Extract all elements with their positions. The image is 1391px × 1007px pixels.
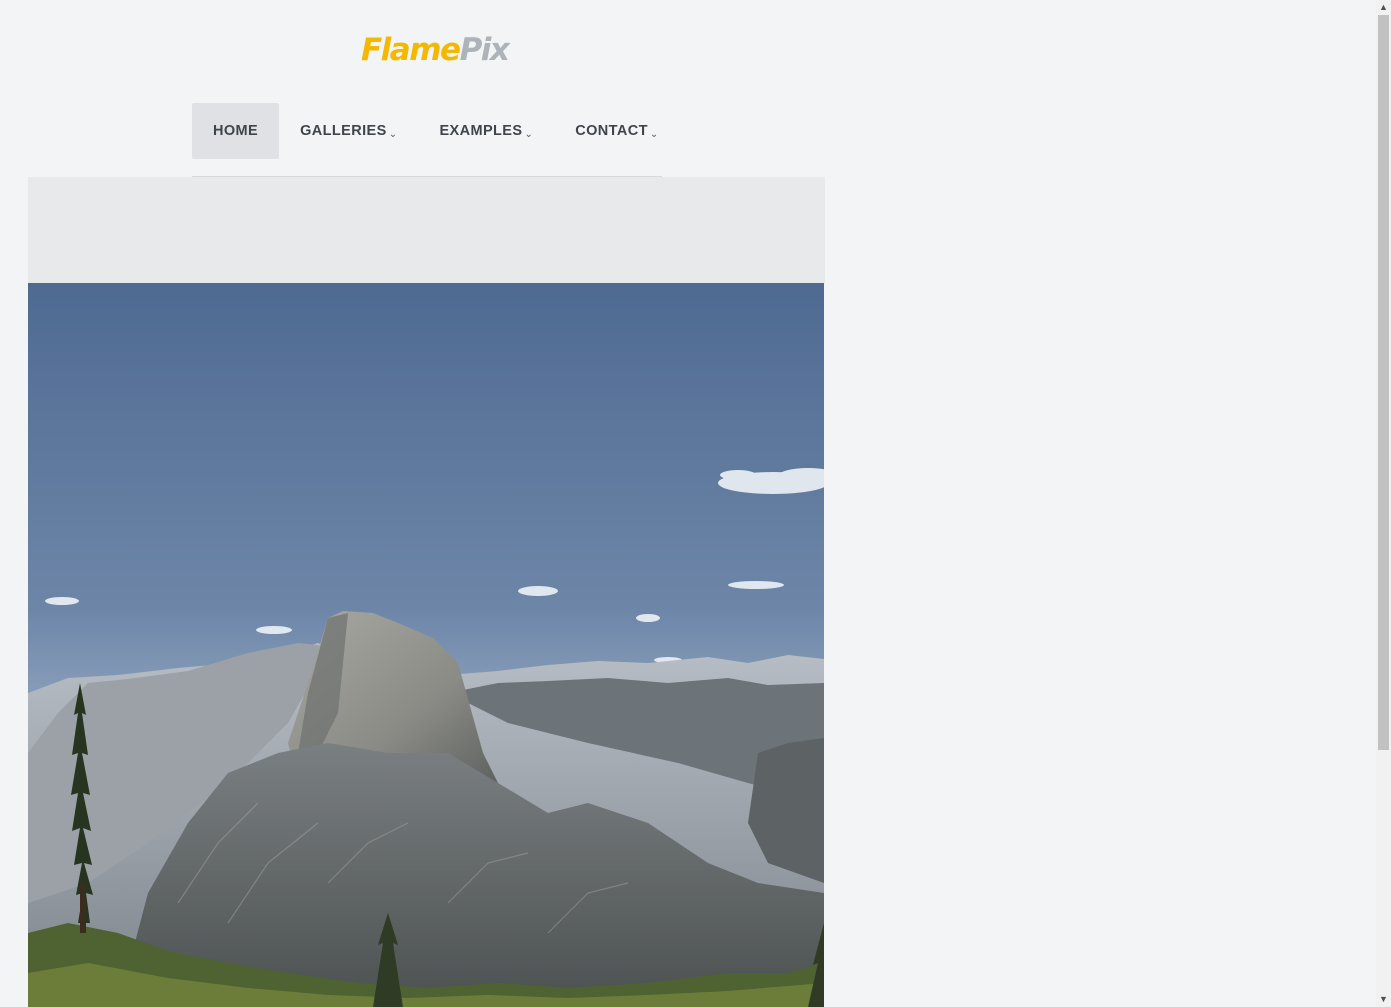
nav-item-label: HOME: [213, 123, 259, 139]
mountain-landscape-illustration: [28, 283, 824, 1007]
nav-item-home[interactable]: HOME: [192, 103, 280, 159]
hero-image: [28, 283, 824, 1007]
logo-text-secondary: Pix: [459, 32, 510, 68]
scrollbar-thumb[interactable]: [1378, 15, 1389, 750]
nav-item-label: CONTACT: [575, 123, 648, 139]
nav-item-galleries[interactable]: GALLERIES ⌄: [279, 103, 418, 159]
chevron-down-icon: ⌄: [388, 128, 398, 140]
page: FlamePix HOME GALLERIES ⌄ EXAMPLES ⌄ CON…: [0, 0, 1391, 1007]
banner-area: [28, 177, 825, 283]
scroll-down-arrow-icon[interactable]: ▼: [1376, 992, 1391, 1007]
site-logo[interactable]: FlamePix: [361, 30, 510, 70]
vertical-scrollbar[interactable]: ▲ ▼: [1376, 0, 1391, 1007]
logo-text-primary: Flame: [361, 32, 461, 68]
nav-item-label: GALLERIES: [300, 123, 387, 139]
nav-item-label: EXAMPLES: [439, 123, 523, 139]
nav-item-examples[interactable]: EXAMPLES ⌄: [418, 103, 554, 159]
scroll-up-arrow-icon[interactable]: ▲: [1376, 0, 1391, 15]
chevron-down-icon: ⌄: [524, 128, 534, 140]
chevron-down-icon: ⌄: [649, 128, 659, 140]
main-navigation: HOME GALLERIES ⌄ EXAMPLES ⌄ CONTACT ⌄: [192, 103, 662, 177]
nav-item-contact[interactable]: CONTACT ⌄: [554, 103, 679, 159]
